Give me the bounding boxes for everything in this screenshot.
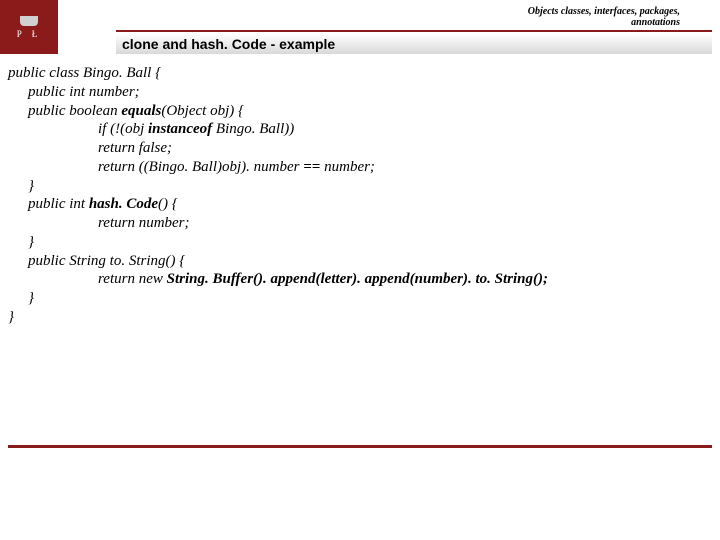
code-text: public boolean bbox=[28, 103, 121, 119]
logo-letters: P Ł bbox=[17, 30, 41, 39]
header-right: Objects classes, interfaces, packages, a… bbox=[58, 0, 720, 54]
code-text: () { bbox=[158, 196, 178, 212]
code-bold: instanceof bbox=[148, 121, 216, 137]
header-rule bbox=[116, 30, 712, 32]
footer-rule bbox=[8, 445, 712, 448]
code-line: public String to. String() { bbox=[8, 252, 712, 271]
breadcrumb-line1: Objects classes, interfaces, packages, bbox=[528, 6, 680, 17]
code-text: public int bbox=[28, 196, 89, 212]
code-text: if (!(obj bbox=[98, 121, 148, 137]
code-block: public class Bingo. Ball { public int nu… bbox=[0, 54, 720, 327]
page-title: clone and hash. Code - example bbox=[122, 36, 335, 52]
code-line: } bbox=[8, 289, 712, 308]
slide-header: P Ł Objects classes, interfaces, package… bbox=[0, 0, 720, 54]
code-line: public class Bingo. Ball { bbox=[8, 64, 712, 83]
logo-shape bbox=[20, 16, 38, 26]
code-line: return false; bbox=[8, 139, 712, 158]
code-line: if (!(obj instanceof Bingo. Ball)) bbox=[8, 120, 712, 139]
code-bold: equals bbox=[121, 103, 161, 119]
code-line: public int number; bbox=[8, 83, 712, 102]
code-line: return number; bbox=[8, 214, 712, 233]
title-bar: clone and hash. Code - example bbox=[116, 34, 712, 54]
code-bold: == bbox=[303, 159, 324, 175]
code-bold: String. Buffer(). append(letter). append… bbox=[167, 271, 548, 287]
breadcrumb: Objects classes, interfaces, packages, a… bbox=[528, 6, 680, 28]
code-line: } bbox=[8, 177, 712, 196]
code-text: Bingo. Ball)) bbox=[216, 121, 294, 137]
code-line: } bbox=[8, 308, 712, 327]
code-bold: hash. Code bbox=[89, 196, 158, 212]
breadcrumb-line2: annotations bbox=[528, 17, 680, 28]
code-text: number; bbox=[324, 159, 375, 175]
code-line: } bbox=[8, 233, 712, 252]
code-text: return ((Bingo. Ball)obj). number bbox=[98, 159, 303, 175]
code-line: return ((Bingo. Ball)obj). number == num… bbox=[8, 158, 712, 177]
code-line: return new String. Buffer(). append(lett… bbox=[8, 270, 712, 289]
logo: P Ł bbox=[0, 0, 58, 54]
code-line: public boolean equals(Object obj) { bbox=[8, 102, 712, 121]
code-line: public int hash. Code() { bbox=[8, 195, 712, 214]
logo-inner: P Ł bbox=[17, 16, 41, 39]
code-text: (Object obj) { bbox=[161, 103, 244, 119]
code-text: return new bbox=[98, 271, 167, 287]
